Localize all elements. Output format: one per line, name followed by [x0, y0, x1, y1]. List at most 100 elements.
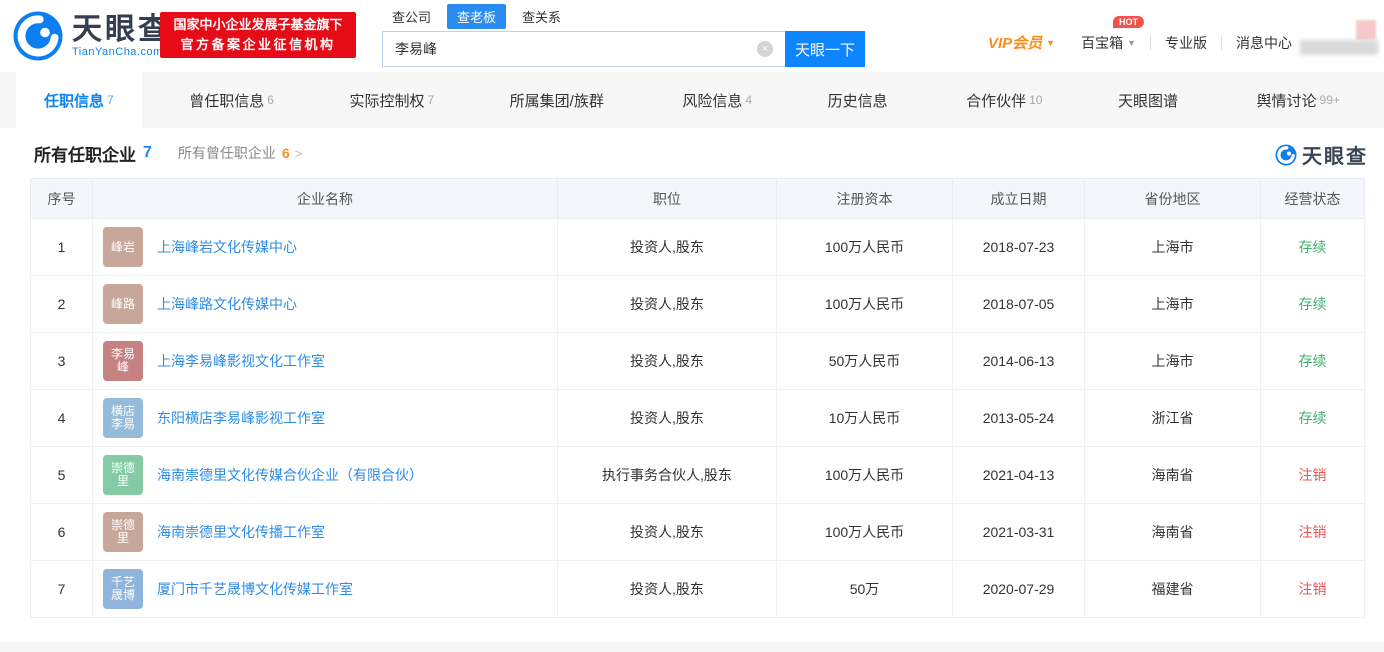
profile-tab-label: 风险信息 — [682, 92, 743, 110]
positions-table: 序号 企业名称 职位 注册资本 成立日期 省份地区 经营状态 1 峰岩 上海峰岩… — [30, 178, 1365, 618]
cell-company: 峰岩 上海峰岩文化传媒中心 — [92, 218, 558, 276]
company-avatar[interactable]: 峰岩 — [103, 227, 143, 267]
search-tab[interactable]: 查老板 — [447, 4, 507, 29]
cell-company: 千艺 晟博 厦门市千艺晟博文化传媒工作室 — [92, 560, 558, 618]
section-title-count: 7 — [143, 144, 152, 161]
cell-date: 2020-07-29 — [952, 560, 1085, 618]
search-tab[interactable]: 查关系 — [512, 4, 571, 29]
cell-date: 2014-06-13 — [952, 332, 1085, 390]
profile-tab-label: 天眼图谱 — [1117, 92, 1178, 110]
status-text: 存续 — [1298, 353, 1327, 369]
cell-region: 海南省 — [1084, 446, 1261, 504]
former-positions-link[interactable]: 所有曾任职企业 6 > — [178, 143, 302, 163]
cell-index: 6 — [30, 503, 93, 561]
table-body: 1 峰岩 上海峰岩文化传媒中心 投资人,股东 100万人民币 2018-07-2… — [30, 218, 1365, 618]
chevron-down-icon: ▼ — [1127, 37, 1136, 48]
vip-member-link[interactable]: VIP会员 ▼ — [988, 32, 1055, 53]
status-text: 存续 — [1298, 239, 1327, 255]
company-avatar[interactable]: 峰路 — [103, 284, 143, 324]
profile-tab[interactable]: 所属集团/族群 — [482, 72, 635, 128]
cell-status: 存续 — [1260, 389, 1365, 447]
toolbox-label: 百宝箱 — [1081, 34, 1124, 51]
table-row: 3 李易峰 上海李易峰影视文化工作室 投资人,股东 50万人民币 2014-06… — [30, 332, 1365, 390]
table-row: 2 峰路 上海峰路文化传媒中心 投资人,股东 100万人民币 2018-07-0… — [30, 275, 1365, 333]
profile-tab-label: 合作伙伴 — [966, 92, 1027, 110]
cell-capital: 100万人民币 — [776, 503, 953, 561]
cell-company: 峰路 上海峰路文化传媒中心 — [92, 275, 558, 333]
profile-tab[interactable]: 风险信息 4 — [654, 72, 780, 128]
company-avatar[interactable]: 崇德里 — [103, 512, 143, 552]
search-button[interactable]: 天眼一下 — [785, 31, 865, 67]
profile-tab[interactable]: 任职信息 7 — [16, 72, 142, 128]
company-link[interactable]: 厦门市千艺晟博文化传媒工作室 — [157, 579, 353, 599]
company-link[interactable]: 上海李易峰影视文化工作室 — [157, 351, 325, 371]
watermark-text: 天眼查 — [1302, 146, 1368, 168]
hot-badge: HOT — [1113, 15, 1144, 28]
company-link[interactable]: 上海峰岩文化传媒中心 — [157, 237, 297, 257]
cell-index: 2 — [30, 275, 93, 333]
search-tabs: 查公司 查老板 查关系 — [382, 4, 865, 29]
profile-tab[interactable]: 实际控制权 7 — [321, 72, 462, 128]
toolbox-link[interactable]: HOT 百宝箱 ▼ — [1081, 15, 1144, 53]
company-link[interactable]: 东阳横店李易峰影视工作室 — [157, 408, 325, 428]
page-header: 天眼查 TianYanCha.com 国家中小企业发展子基金旗下 官方备案企业征… — [0, 0, 1384, 72]
logo-domain: TianYanCha.com — [72, 46, 163, 58]
company-link[interactable]: 海南崇德里文化传媒合伙企业（有限合伙） — [157, 465, 423, 485]
cell-position: 投资人,股东 — [557, 332, 777, 390]
company-link[interactable]: 上海峰路文化传媒中心 — [157, 294, 297, 314]
cell-region: 福建省 — [1084, 560, 1261, 618]
cell-company: 李易峰 上海李易峰影视文化工作室 — [92, 332, 558, 390]
chevron-right-icon: > — [294, 145, 303, 161]
profile-tab[interactable]: 合作伙伴 10 — [938, 72, 1070, 128]
clear-search-icon[interactable]: × — [757, 41, 773, 57]
profile-tab[interactable]: 天眼图谱 — [1090, 72, 1209, 128]
profile-tab-label: 历史信息 — [827, 92, 888, 110]
cell-date: 2021-04-13 — [952, 446, 1085, 504]
profile-tab-count: 7 — [427, 93, 435, 107]
status-text: 存续 — [1298, 296, 1327, 312]
search-input[interactable] — [382, 31, 785, 67]
company-link[interactable]: 海南崇德里文化传播工作室 — [157, 522, 325, 542]
col-header-position: 职位 — [557, 178, 777, 219]
col-header-status: 经营状态 — [1260, 178, 1365, 219]
profile-tab[interactable]: 舆情讨论 99+ — [1229, 72, 1368, 128]
watermark-logo: 天眼查 — [1274, 140, 1368, 169]
profile-tab[interactable]: 曾任职信息 6 — [161, 72, 302, 128]
former-positions-count: 6 — [281, 145, 290, 161]
cell-region: 上海市 — [1084, 275, 1261, 333]
status-text: 注销 — [1298, 467, 1327, 483]
cell-date: 2018-07-05 — [952, 275, 1085, 333]
profile-tab-bar: 任职信息 7 曾任职信息 6 实际控制权 7 所属集团/族群 风险信息 4 历史… — [0, 72, 1384, 128]
redacted-user-avatar — [1356, 20, 1376, 40]
gov-badge-line1: 国家中小企业发展子基金旗下 — [173, 16, 343, 32]
cell-capital: 50万人民币 — [776, 332, 953, 390]
profile-tab-count: 7 — [107, 93, 114, 107]
cell-capital: 100万人民币 — [776, 275, 953, 333]
page-bottom-strip — [0, 642, 1384, 652]
pro-version-link[interactable]: 专业版 — [1165, 33, 1207, 53]
table-row: 4 横店 李易 东阳横店李易峰影视工作室 投资人,股东 10万人民币 2013-0… — [30, 389, 1365, 447]
top-navigation: VIP会员 ▼ HOT 百宝箱 ▼ 专业版 消息中心 — [988, 15, 1292, 53]
company-avatar[interactable]: 崇德里 — [103, 455, 143, 495]
tianyancha-logo[interactable]: 天眼查 TianYanCha.com — [10, 8, 171, 64]
company-avatar[interactable]: 李易峰 — [103, 341, 143, 381]
cell-region: 海南省 — [1084, 503, 1261, 561]
table-row: 7 千艺 晟博 厦门市千艺晟博文化传媒工作室 投资人,股东 50万 2020-07… — [30, 560, 1365, 618]
profile-tab-count: 99+ — [1319, 93, 1340, 107]
profile-tab-label: 曾任职信息 — [189, 92, 265, 110]
profile-tab[interactable]: 历史信息 — [800, 72, 919, 128]
profile-tab-label: 舆情讨论 — [1256, 92, 1317, 110]
company-avatar[interactable]: 横店 李易 — [103, 398, 143, 438]
tianyancha-logo-icon — [1275, 144, 1297, 165]
profile-tab-label: 所属集团/族群 — [509, 92, 604, 110]
status-text: 注销 — [1298, 524, 1327, 540]
col-header-date: 成立日期 — [952, 178, 1085, 219]
cell-capital: 50万 — [776, 560, 953, 618]
company-avatar[interactable]: 千艺 晟博 — [103, 569, 143, 609]
cell-status: 存续 — [1260, 332, 1365, 390]
gov-certification-badge: 国家中小企业发展子基金旗下 官方备案企业征信机构 — [160, 12, 356, 58]
message-center-link[interactable]: 消息中心 — [1236, 33, 1292, 53]
divider — [1221, 35, 1222, 50]
search-tab[interactable]: 查公司 — [382, 4, 441, 29]
cell-position: 投资人,股东 — [557, 389, 777, 447]
